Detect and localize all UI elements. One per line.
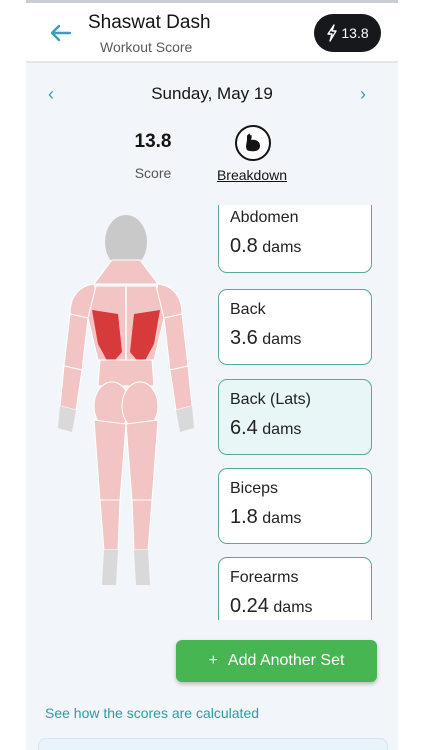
muscle-card-back-lats[interactable]: Back (Lats) 6.4 dams xyxy=(218,379,372,455)
muscle-card-unit: dams xyxy=(262,331,302,348)
muscle-card-number: 0.24 xyxy=(230,595,269,617)
left-foot xyxy=(102,550,118,585)
bottom-panel xyxy=(38,738,388,750)
muscle-card-number: 3.6 xyxy=(230,327,258,349)
plus-icon: + xyxy=(208,652,218,669)
muscle-card-number: 6.4 xyxy=(230,417,258,439)
muscle-card-name: Back (Lats) xyxy=(230,391,311,408)
page-subtitle: Workout Score xyxy=(100,39,193,55)
muscle-card-biceps[interactable]: Biceps 1.8 dams xyxy=(218,468,372,544)
muscle-card-name: Forearms xyxy=(230,569,299,586)
muscle-card-value: 3.6 dams xyxy=(230,327,301,350)
right-hamstring xyxy=(125,419,159,501)
left-hand xyxy=(58,406,76,432)
muscle-card-value: 0.24 dams xyxy=(230,595,313,618)
right-forearm xyxy=(169,365,193,411)
chevron-right-icon[interactable]: › xyxy=(360,84,366,105)
muscle-card-number: 0.8 xyxy=(230,235,258,257)
lightning-icon xyxy=(327,24,338,42)
score-badge[interactable]: 13.8 xyxy=(314,14,381,52)
muscle-card-forearms[interactable]: Forearms 0.24 dams xyxy=(218,557,372,620)
date-navigation: ‹ Sunday, May 19 › xyxy=(26,80,398,108)
flexed-arm-icon[interactable] xyxy=(235,125,271,161)
scores-calculation-link[interactable]: See how the scores are calculated xyxy=(45,705,259,721)
left-calf xyxy=(99,499,121,551)
muscle-card-value: 1.8 dams xyxy=(230,506,301,529)
muscle-card-name: Abdomen xyxy=(230,209,299,226)
arrow-left-icon xyxy=(50,24,72,42)
left-upper-arm xyxy=(63,313,89,371)
muscle-card-value: 6.4 dams xyxy=(230,417,301,440)
screen: Shaswat Dash Workout Score 13.8 ‹ Sunday… xyxy=(26,0,398,750)
page-title: Shaswat Dash xyxy=(88,12,211,33)
muscle-card-unit: dams xyxy=(262,510,302,527)
right-foot xyxy=(134,550,150,585)
back-button[interactable] xyxy=(48,20,74,46)
muscle-card-name: Biceps xyxy=(230,480,279,497)
left-hamstring xyxy=(93,419,127,501)
muscle-card-value: 0.8 dams xyxy=(230,235,301,258)
lower-back xyxy=(97,359,155,387)
right-calf xyxy=(131,499,153,551)
score-badge-value: 13.8 xyxy=(341,25,369,41)
muscle-card-name: Back xyxy=(230,301,266,318)
muscle-card-unit: dams xyxy=(273,599,313,616)
score-label: Score xyxy=(134,165,172,181)
trapezius xyxy=(93,259,159,285)
right-upper-arm xyxy=(163,313,189,371)
muscle-card-abdomen[interactable]: Abdomen 0.8 dams xyxy=(218,205,372,273)
app-header: Shaswat Dash Workout Score 13.8 xyxy=(26,3,398,63)
muscle-card-list[interactable]: Abdomen 0.8 dams Back 3.6 dams Back (Lat… xyxy=(210,205,394,620)
muscle-card-unit: dams xyxy=(262,239,302,256)
left-forearm xyxy=(59,365,83,411)
add-another-set-button[interactable]: + Add Another Set xyxy=(176,640,377,682)
add-another-set-label: Add Another Set xyxy=(227,652,345,669)
current-date: Sunday, May 19 xyxy=(151,84,273,103)
muscle-card-number: 1.8 xyxy=(230,506,258,528)
score-value: 13.8 xyxy=(134,131,172,152)
muscle-card-back[interactable]: Back 3.6 dams xyxy=(218,289,372,365)
right-hand xyxy=(176,406,194,432)
breakdown-link[interactable]: Breakdown xyxy=(212,167,292,183)
muscle-map xyxy=(36,210,212,590)
muscle-card-unit: dams xyxy=(262,421,302,438)
